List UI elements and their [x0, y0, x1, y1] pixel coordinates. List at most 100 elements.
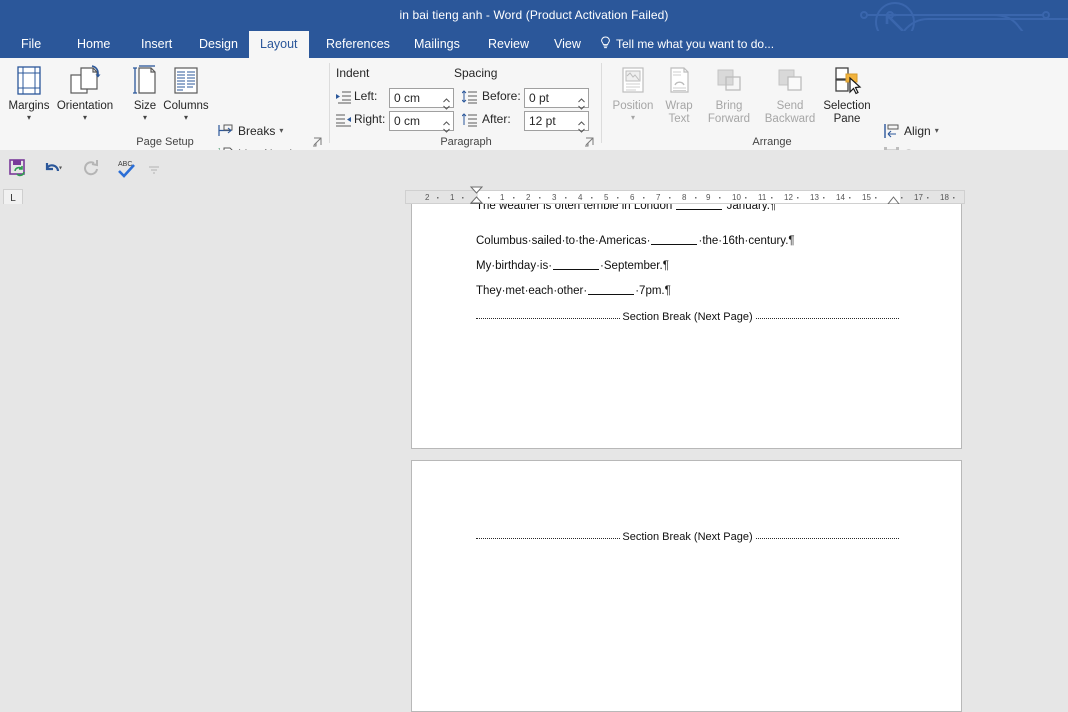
section-break-rule-left	[476, 318, 622, 319]
fill-in-blank	[588, 283, 635, 295]
document-line[interactable]: They·met·each·other· ·7pm.¶	[476, 283, 671, 297]
spacing-before-icon	[461, 90, 477, 109]
fill-in-blank	[676, 204, 723, 210]
indent-left-icon	[336, 90, 351, 109]
paragraph-group-label: Paragraph	[440, 136, 492, 148]
paragraph-mark: ¶	[662, 260, 669, 272]
orientation-button[interactable]: Orientation ▾	[56, 62, 114, 138]
spelling-abc-icon[interactable]: ABC	[116, 158, 138, 185]
fill-in-blank	[553, 258, 600, 270]
document-canvas[interactable]: The weather is often terrible in London …	[0, 204, 1068, 712]
ribbon-group-arrange: Position ▾ Wrap Text Bring Forward Send …	[602, 58, 947, 184]
indent-left-spin-up[interactable]	[442, 91, 451, 103]
tab-references[interactable]: References	[315, 31, 401, 58]
indent-left-label: Left:	[354, 89, 378, 103]
document-line[interactable]: The weather is often terrible in London …	[476, 204, 776, 211]
bring-forward-label: Bring Forward	[707, 100, 751, 125]
lightbulb-icon	[600, 33, 611, 49]
section-break-rule-right	[753, 538, 899, 539]
tab-layout-label: Layout	[260, 37, 298, 51]
title-bar: in bai tieng anh - Word (Product Activat…	[0, 0, 1068, 31]
tab-references-label: References	[326, 37, 390, 51]
section-break-rule-left	[476, 538, 622, 539]
indent-right-input-wrap[interactable]	[389, 111, 454, 133]
tab-design-label: Design	[199, 37, 238, 51]
columns-caret-icon[interactable]: ▾	[158, 113, 214, 122]
page-setup-dialog-launcher[interactable]	[312, 135, 324, 147]
breaks-caret-icon[interactable]: ▾	[279, 126, 283, 135]
document-page[interactable]: Section Break (Next Page)	[411, 460, 962, 712]
orientation-label: Orientation	[56, 100, 114, 112]
tab-insert[interactable]: Insert	[130, 31, 183, 58]
quick-access-toolbar: ABC	[0, 150, 1068, 186]
document-line-text: ·7pm.	[635, 285, 665, 297]
margins-icon	[0, 62, 58, 98]
ribbon-group-paragraph: Indent Spacing Left: 0 cm Right: 0 cm Be…	[330, 58, 602, 150]
titlebar-decoration-graphic	[858, 0, 1068, 31]
spacing-before-spin-up[interactable]	[577, 91, 586, 103]
tell-me-search[interactable]: Tell me what you want to do...	[600, 31, 774, 58]
spacing-after-label: After:	[482, 112, 511, 126]
document-line-text: The weather is often terrible in London	[476, 204, 676, 211]
align-caret-icon[interactable]: ▾	[935, 126, 939, 135]
paragraph-dialog-launcher[interactable]	[584, 135, 596, 147]
document-line-text: Columbus·sailed·to·the·Americas·	[476, 235, 651, 247]
arrange-group-label: Arrange	[752, 136, 792, 148]
indent-left-spin-down[interactable]	[442, 98, 451, 110]
ruler-track[interactable]: 2 1 1 2 3 4 5 6 7 8 9 10 11 12 13 14 15 …	[405, 190, 965, 204]
section-break-label: Section Break (Next Page)	[620, 311, 755, 323]
columns-label: Columns	[163, 100, 209, 112]
undo-icon[interactable]	[42, 158, 64, 183]
tell-me-label: Tell me what you want to do...	[616, 37, 775, 51]
indent-left-input-wrap[interactable]	[389, 88, 454, 110]
tab-file-label: File	[21, 37, 42, 51]
orientation-icon	[56, 62, 114, 98]
margins-label: Margins	[8, 100, 50, 112]
spacing-after-spin-down[interactable]	[577, 121, 586, 133]
horizontal-ruler[interactable]: 2 1 1 2 3 4 5 6 7 8 9 10 11 12 13 14 15 …	[405, 186, 965, 210]
tab-view[interactable]: View	[543, 31, 592, 58]
more-commands-icon[interactable]	[148, 162, 160, 180]
tab-design[interactable]: Design	[188, 31, 249, 58]
tab-stop-selector-label: L	[10, 193, 16, 204]
paragraph-mark: ¶	[769, 204, 777, 211]
spacing-after-spin-up[interactable]	[577, 114, 586, 126]
fill-in-blank	[651, 233, 698, 245]
bring-forward-icon	[698, 62, 760, 98]
indent-right-icon	[336, 113, 351, 132]
orientation-caret-icon[interactable]: ▾	[56, 113, 114, 122]
ribbon: Margins ▾ Orientation ▾ Size ▾ Columns ▾…	[0, 58, 1068, 185]
document-line-text: They·met·each·other·	[476, 285, 588, 297]
document-line-text: ·September.	[600, 260, 663, 272]
document-line[interactable]: My·birthday·is· ·September.¶	[476, 258, 669, 272]
document-page[interactable]: The weather is often terrible in London …	[411, 204, 962, 449]
margins-button[interactable]: Margins ▾	[0, 62, 58, 138]
ribbon-tab-strip: File Home Insert Design Layout Reference…	[0, 31, 1068, 58]
tab-file[interactable]: File	[10, 31, 52, 58]
spacing-before-input-wrap[interactable]	[524, 88, 589, 110]
ribbon-group-page-setup: Margins ▾ Orientation ▾ Size ▾ Columns ▾…	[0, 58, 330, 185]
tab-layout[interactable]: Layout	[249, 31, 309, 58]
selection-pane-button[interactable]: Selection Pane	[814, 62, 880, 138]
spacing-before-spin-down[interactable]	[577, 98, 586, 110]
tab-mailings-label: Mailings	[414, 37, 460, 51]
tab-mailings[interactable]: Mailings	[403, 31, 471, 58]
tab-review-label: Review	[488, 37, 529, 51]
spacing-after-input-wrap[interactable]	[524, 111, 589, 133]
tab-home[interactable]: Home	[66, 31, 121, 58]
columns-icon	[158, 62, 214, 98]
selection-pane-icon	[814, 62, 880, 98]
columns-button[interactable]: Columns ▾	[158, 62, 214, 138]
indent-right-spin-down[interactable]	[442, 121, 451, 133]
margins-caret-icon[interactable]: ▾	[0, 113, 58, 122]
section-break-label: Section Break (Next Page)	[620, 531, 755, 543]
svg-text:ABC: ABC	[118, 161, 132, 168]
indent-right-spin-up[interactable]	[442, 114, 451, 126]
redo-icon	[82, 158, 102, 183]
save-sync-icon[interactable]	[8, 158, 28, 183]
document-line[interactable]: Columbus·sailed·to·the·Americas· ·the·16t…	[476, 233, 795, 247]
bring-forward-button[interactable]: Bring Forward	[698, 62, 760, 138]
tab-review[interactable]: Review	[477, 31, 540, 58]
tab-view-label: View	[554, 37, 581, 51]
document-line-text: January.	[723, 204, 770, 211]
